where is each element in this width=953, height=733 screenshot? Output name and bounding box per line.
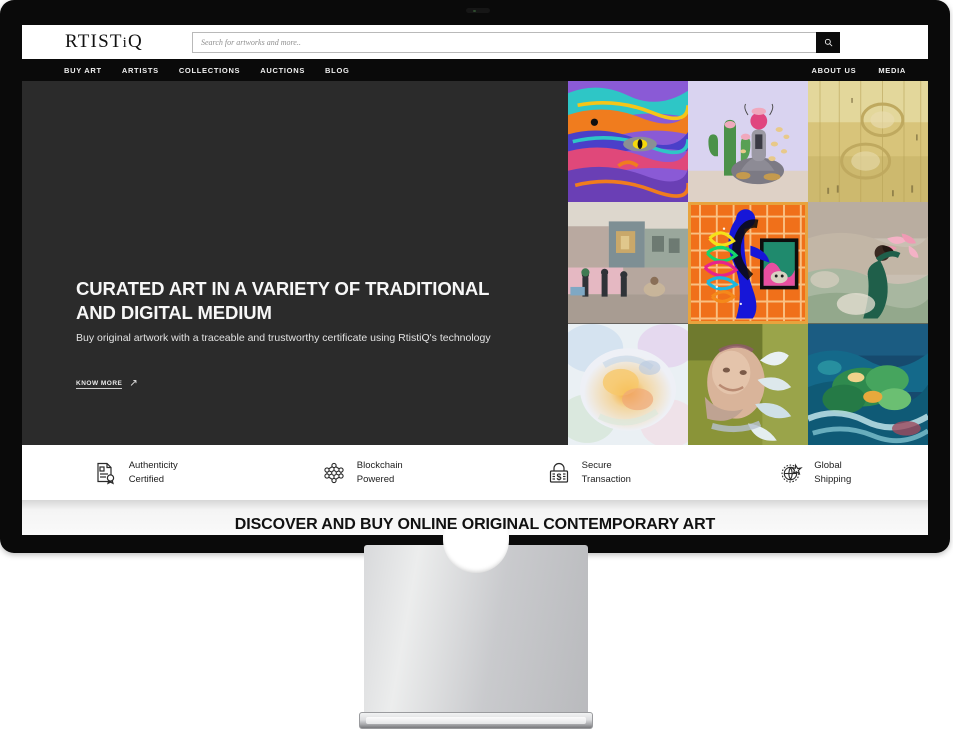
nav-item-artists[interactable]: ARTISTS	[122, 66, 159, 75]
know-more-link[interactable]: KNOW MORE ↗	[76, 379, 138, 389]
monitor-stand-neck	[364, 529, 588, 717]
artwork-tile-cactus-figure-painting[interactable]	[688, 81, 808, 203]
feature-line1: Global	[814, 459, 842, 471]
screenshot-stage: RTISTiQ BUY ART ARTISTS COLLECT	[0, 0, 953, 733]
artwork-image	[568, 323, 688, 445]
arrow-up-right-icon: ↗	[129, 378, 138, 389]
search-icon	[824, 38, 832, 47]
feature-line1: Secure	[581, 459, 612, 471]
artwork-image	[688, 81, 808, 203]
nav-item-about-us[interactable]: ABOUT US	[812, 66, 857, 75]
nav-item-collections[interactable]: COLLECTIONS	[179, 66, 240, 75]
feature-line2: Shipping	[814, 473, 852, 485]
certificate-document-icon	[93, 460, 119, 486]
artwork-tile-golden-texture-abstract[interactable]	[808, 81, 928, 203]
artwork-tile-pastel-floral-abstract[interactable]	[568, 323, 688, 445]
hero-section: CURATED ART IN A VARIETY OF TRADITIONAL …	[22, 81, 928, 445]
artwork-image	[808, 323, 928, 445]
hero-title: CURATED ART IN A VARIETY OF TRADITIONAL …	[76, 278, 490, 323]
artwork-tile-orange-grid-blue-figure[interactable]	[688, 202, 808, 324]
feature-label: Authenticity Certified	[129, 459, 178, 487]
feature-label: Blockchain Powered	[357, 459, 403, 487]
artwork-tile-abstract-psychedelic-cat[interactable]	[568, 81, 688, 203]
artwork-tile-street-scene-photo[interactable]	[568, 202, 688, 324]
site-logo[interactable]: RTISTiQ	[65, 31, 143, 53]
feature-blockchain-powered: Blockchain Powered	[249, 459, 476, 487]
search-bar	[192, 32, 840, 53]
feature-line2: Certified	[128, 473, 165, 485]
svg-text:$: $	[556, 472, 561, 482]
nav-item-auctions[interactable]: AUCTIONS	[260, 66, 305, 75]
feature-line1: Blockchain	[356, 459, 403, 471]
feature-global-shipping: Global Shipping	[702, 459, 929, 487]
artwork-image	[688, 202, 808, 324]
monitor-stand-base	[359, 712, 593, 729]
artwork-image	[568, 81, 688, 203]
monitor-bezel: RTISTiQ BUY ART ARTISTS COLLECT	[0, 0, 950, 553]
nav-right-group: ABOUT US MEDIA	[812, 66, 906, 75]
artwork-tile-portrait-green-abstract[interactable]	[688, 323, 808, 445]
stand-base-inner	[366, 717, 586, 724]
feature-line2: Powered	[356, 473, 395, 485]
main-navigation: BUY ART ARTISTS COLLECTIONS AUCTIONS BLO…	[22, 59, 928, 81]
feature-bar: Authenticity Certified Blockchain Powere…	[22, 445, 928, 500]
artwork-image	[808, 81, 928, 203]
hero-copy: CURATED ART IN A VARIETY OF TRADITIONAL …	[76, 277, 506, 347]
feature-line2: Transaction	[581, 473, 631, 485]
stand-cutout	[443, 529, 509, 573]
artwork-image	[688, 323, 808, 445]
webcam-notch-icon	[466, 8, 490, 13]
logo-end: Q	[128, 31, 143, 52]
artwork-tile-teal-underwater-abstract[interactable]	[808, 323, 928, 445]
artwork-tile-woman-carrying-flowers[interactable]	[808, 202, 928, 324]
feature-line1: Authenticity	[128, 459, 178, 471]
nav-item-blog[interactable]: BLOG	[325, 66, 349, 75]
globe-airplane-icon	[778, 460, 804, 486]
know-more-label: KNOW MORE	[76, 379, 123, 389]
logo-main: RTIST	[65, 31, 123, 52]
padlock-dollar-icon: $	[546, 460, 572, 486]
monitor-screen: RTISTiQ BUY ART ARTISTS COLLECT	[22, 25, 928, 535]
nav-left-group: BUY ART ARTISTS COLLECTIONS AUCTIONS BLO…	[64, 66, 350, 75]
site-header: RTISTiQ	[22, 25, 928, 59]
feature-label: Secure Transaction	[582, 459, 631, 487]
feature-authenticity-certified: Authenticity Certified	[22, 459, 249, 487]
nav-item-buy-art[interactable]: BUY ART	[64, 66, 102, 75]
search-button[interactable]	[816, 32, 840, 53]
feature-secure-transaction: $ Secure Transaction	[475, 459, 702, 487]
nav-item-media[interactable]: MEDIA	[878, 66, 906, 75]
feature-label: Global Shipping	[814, 459, 851, 487]
hero-subtitle: Buy original artwork with a traceable an…	[76, 332, 491, 345]
artwork-grid	[568, 81, 928, 445]
blockchain-network-icon	[321, 460, 347, 486]
artwork-image	[808, 202, 928, 324]
artwork-image	[568, 202, 688, 324]
search-input[interactable]	[192, 32, 816, 53]
